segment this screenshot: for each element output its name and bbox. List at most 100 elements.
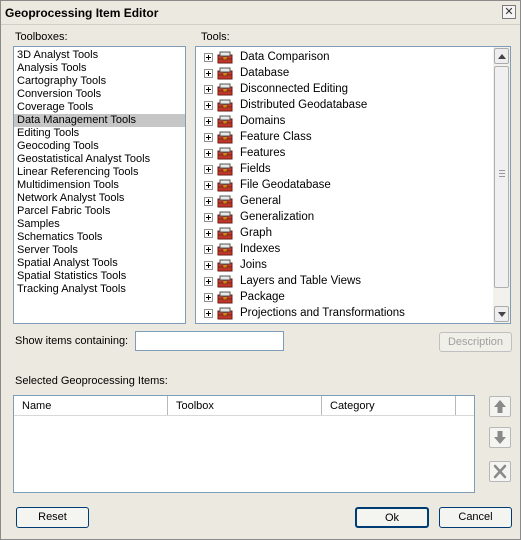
- toolbox-list-item[interactable]: 3D Analyst Tools: [14, 49, 185, 62]
- toolbox-list-item[interactable]: Tracking Analyst Tools: [14, 283, 185, 296]
- tools-tree-item[interactable]: Feature Class: [196, 129, 494, 145]
- toolbox-list[interactable]: 3D Analyst Tools Analysis Tools Cartograph…: [13, 46, 186, 324]
- expand-plus-icon[interactable]: [204, 85, 213, 94]
- toolbox-icon: [217, 82, 233, 96]
- toolbox-list-item[interactable]: Spatial Statistics Tools: [14, 270, 185, 283]
- expand-plus-icon[interactable]: [204, 69, 213, 78]
- column-header-name[interactable]: Name: [14, 396, 168, 415]
- delete-x-icon: [493, 464, 507, 479]
- tools-tree-item-label: Database: [240, 67, 290, 79]
- toolbox-list-item[interactable]: Cartography Tools: [14, 75, 185, 88]
- tools-tree[interactable]: Data Comparison Database Disconnected Edit…: [195, 46, 511, 324]
- grid-header: Name Toolbox Category: [14, 396, 474, 416]
- toolbox-list-item[interactable]: Samples: [14, 218, 185, 231]
- toolbox-list-item[interactable]: Network Analyst Tools: [14, 192, 185, 205]
- toolbox-list-item[interactable]: Data Management Tools: [14, 114, 185, 127]
- expand-plus-icon[interactable]: [204, 133, 213, 142]
- tools-tree-item[interactable]: Joins: [196, 257, 494, 273]
- expand-plus-icon[interactable]: [204, 149, 213, 158]
- toolbox-icon: [217, 226, 233, 240]
- toolbox-icon: [217, 194, 233, 208]
- tools-vertical-scrollbar[interactable]: [493, 47, 510, 323]
- expand-plus-icon[interactable]: [204, 197, 213, 206]
- tools-tree-item[interactable]: Distributed Geodatabase: [196, 97, 494, 113]
- toolbox-list-item[interactable]: Editing Tools: [14, 127, 185, 140]
- tools-tree-item[interactable]: Graph: [196, 225, 494, 241]
- expand-plus-icon[interactable]: [204, 165, 213, 174]
- expand-plus-icon[interactable]: [204, 101, 213, 110]
- tools-label: Tools:: [201, 31, 230, 43]
- selected-items-label: Selected Geoprocessing Items:: [15, 375, 168, 387]
- title-bar: Geoprocessing Item Editor ✕: [1, 1, 520, 25]
- tools-tree-item[interactable]: Disconnected Editing: [196, 81, 494, 97]
- column-header-category[interactable]: Category: [322, 396, 456, 415]
- toolbox-list-item[interactable]: Server Tools: [14, 244, 185, 257]
- toolbox-icon: [217, 210, 233, 224]
- tools-tree-item[interactable]: Generalization: [196, 209, 494, 225]
- expand-plus-icon[interactable]: [204, 309, 213, 318]
- show-items-input[interactable]: [135, 331, 284, 351]
- toolbox-list-item[interactable]: Parcel Fabric Tools: [14, 205, 185, 218]
- toolbox-list-item[interactable]: Multidimension Tools: [14, 179, 185, 192]
- tools-tree-item[interactable]: Data Comparison: [196, 49, 494, 65]
- toolbox-list-item[interactable]: Schematics Tools: [14, 231, 185, 244]
- expand-plus-icon[interactable]: [204, 261, 213, 270]
- toolbox-icon: [217, 258, 233, 272]
- tools-tree-item[interactable]: Package: [196, 289, 494, 305]
- column-header-toolbox[interactable]: Toolbox: [168, 396, 322, 415]
- toolbox-icon: [217, 50, 233, 64]
- toolbox-list-item[interactable]: Geocoding Tools: [14, 140, 185, 153]
- toolbox-list-item[interactable]: Coverage Tools: [14, 101, 185, 114]
- expand-plus-icon[interactable]: [204, 277, 213, 286]
- description-button[interactable]: Description: [439, 332, 512, 352]
- toolboxes-label: Toolboxes:: [15, 31, 68, 43]
- tools-tree-item[interactable]: Features: [196, 145, 494, 161]
- expand-plus-icon[interactable]: [204, 245, 213, 254]
- tools-tree-item[interactable]: Database: [196, 65, 494, 81]
- ok-button[interactable]: Ok: [355, 507, 429, 528]
- selected-items-grid[interactable]: Name Toolbox Category: [13, 395, 475, 493]
- expand-plus-icon[interactable]: [204, 117, 213, 126]
- remove-item-button[interactable]: [489, 461, 511, 482]
- tools-tree-item-label: Generalization: [240, 211, 315, 223]
- tools-tree-item-label: Graph: [240, 227, 272, 239]
- tools-tree-item[interactable]: Domains: [196, 113, 494, 129]
- tools-tree-items: Data Comparison Database Disconnected Edit…: [196, 49, 494, 321]
- toolbox-icon: [217, 162, 233, 176]
- tools-tree-item-label: Indexes: [240, 243, 281, 255]
- tools-tree-item-label: General: [240, 195, 281, 207]
- expand-plus-icon[interactable]: [204, 181, 213, 190]
- tools-tree-item[interactable]: Layers and Table Views: [196, 273, 494, 289]
- tools-tree-item-label: Layers and Table Views: [240, 275, 362, 287]
- tools-tree-item[interactable]: Indexes: [196, 241, 494, 257]
- tools-tree-item-label: File Geodatabase: [240, 179, 331, 191]
- toolbox-icon: [217, 146, 233, 160]
- tools-tree-item[interactable]: General: [196, 193, 494, 209]
- toolbox-icon: [217, 114, 233, 128]
- cancel-button[interactable]: Cancel: [439, 507, 512, 528]
- toolbox-list-item[interactable]: Spatial Analyst Tools: [14, 257, 185, 270]
- tools-tree-item-label: Features: [240, 147, 286, 159]
- toolbox-icon: [217, 130, 233, 144]
- expand-plus-icon[interactable]: [204, 213, 213, 222]
- expand-plus-icon[interactable]: [204, 293, 213, 302]
- move-up-button[interactable]: [489, 396, 511, 417]
- scroll-thumb[interactable]: [494, 66, 509, 288]
- tools-tree-item[interactable]: File Geodatabase: [196, 177, 494, 193]
- toolbox-list-item[interactable]: Linear Referencing Tools: [14, 166, 185, 179]
- move-down-button[interactable]: [489, 427, 511, 448]
- toolbox-list-item[interactable]: Conversion Tools: [14, 88, 185, 101]
- tools-tree-item-label: Feature Class: [240, 131, 312, 143]
- toolbox-list-item[interactable]: Geostatistical Analyst Tools: [14, 153, 185, 166]
- toolbox-icon: [217, 290, 233, 304]
- close-button[interactable]: ✕: [502, 5, 516, 19]
- tools-tree-item-label: Joins: [240, 259, 267, 271]
- tools-tree-item[interactable]: Fields: [196, 161, 494, 177]
- reset-button[interactable]: Reset: [16, 507, 89, 528]
- expand-plus-icon[interactable]: [204, 229, 213, 238]
- toolbox-list-item[interactable]: Analysis Tools: [14, 62, 185, 75]
- scroll-down-button[interactable]: [494, 306, 509, 322]
- scroll-up-button[interactable]: [494, 48, 509, 64]
- tools-tree-item[interactable]: Projections and Transformations: [196, 305, 494, 321]
- expand-plus-icon[interactable]: [204, 53, 213, 62]
